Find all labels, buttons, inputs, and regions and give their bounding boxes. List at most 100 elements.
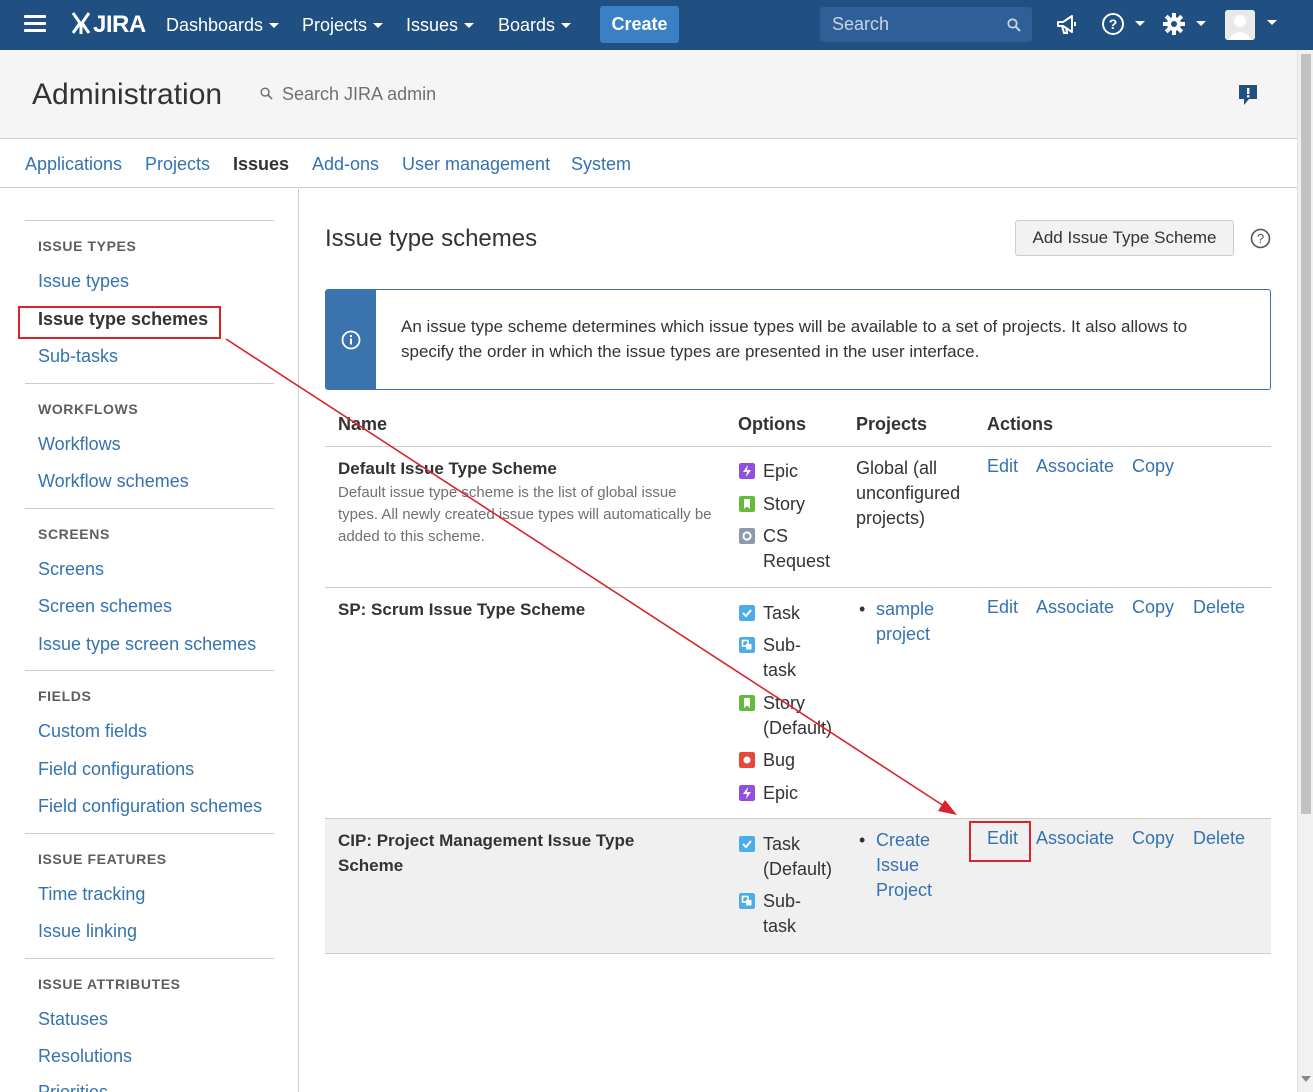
chevron-down-icon — [269, 22, 280, 28]
option-label: Bug — [763, 750, 796, 770]
option-label: CS Request — [763, 526, 831, 571]
chevron-down-icon — [464, 22, 475, 28]
option-label: Sub-task — [763, 635, 802, 680]
scrollbar-thumb[interactable] — [1301, 54, 1311, 814]
search-icon — [260, 87, 273, 100]
chevron-down-icon — [1196, 21, 1206, 26]
project-link[interactable]: sample project — [876, 597, 956, 647]
feedback-icon[interactable] — [1238, 84, 1258, 106]
sidebar-divider — [25, 833, 274, 834]
help-menu[interactable]: ? — [1101, 12, 1145, 38]
projects-menu[interactable]: Projects — [302, 0, 384, 50]
option-bug: Bug — [739, 748, 796, 773]
sidebar-item-screen-schemes[interactable]: Screen schemes — [38, 596, 172, 617]
search-box — [820, 7, 1032, 42]
option-sub-task: Sub-task — [739, 633, 813, 683]
chevron-down-icon — [561, 22, 572, 28]
search-input[interactable] — [820, 7, 1032, 42]
delete-link[interactable]: Delete — [1193, 828, 1245, 849]
sidebar-item-workflows[interactable]: Workflows — [38, 434, 121, 455]
dashboards-menu[interactable]: Dashboards — [166, 0, 280, 50]
sidebar-divider — [25, 670, 274, 671]
option-label: Story (Default) — [763, 693, 833, 738]
edit-link[interactable]: Edit — [987, 456, 1018, 477]
sidebar-heading-issue-types: ISSUE TYPES — [38, 238, 137, 254]
task-icon — [739, 836, 755, 852]
option-epic: Epic — [739, 459, 799, 484]
list-bullet: • — [859, 599, 866, 619]
sidebar-divider — [25, 220, 274, 221]
option-story: Story — [739, 492, 806, 517]
add-issue-type-scheme-button[interactable]: Add Issue Type Scheme — [1015, 220, 1234, 256]
dashboards-menu-label: Dashboards — [166, 15, 264, 35]
issues-menu[interactable]: Issues — [406, 0, 475, 50]
tab-system[interactable]: System — [571, 154, 631, 175]
create-button[interactable]: Create — [600, 6, 679, 43]
column-header-actions: Actions — [987, 414, 1054, 434]
column-header-projects: Projects — [856, 414, 928, 434]
delete-link[interactable]: Delete — [1193, 597, 1245, 618]
sidebar-item-statuses[interactable]: Statuses — [38, 1009, 108, 1030]
svg-text:?: ? — [1109, 16, 1118, 32]
sidebar-divider — [25, 958, 274, 959]
sidebar-item-priorities[interactable]: Priorities — [38, 1082, 108, 1092]
search-icon — [1007, 18, 1021, 32]
page-scrollbar[interactable] — [1297, 50, 1313, 1092]
option-task: Task (Default) — [739, 832, 843, 882]
user-avatar[interactable] — [1225, 10, 1255, 40]
info-icon — [341, 330, 361, 350]
sidebar-item-field-configurations[interactable]: Field configurations — [38, 759, 194, 780]
associate-link[interactable]: Associate — [1036, 597, 1114, 618]
story-icon — [739, 496, 755, 512]
chevron-down-icon[interactable] — [1267, 20, 1277, 25]
table-divider — [325, 953, 1271, 954]
option-epic: Epic — [739, 781, 798, 806]
story-icon — [739, 695, 755, 711]
copy-link[interactable]: Copy — [1132, 828, 1174, 849]
associate-link[interactable]: Associate — [1036, 828, 1114, 849]
sidebar-item-time-tracking[interactable]: Time tracking — [38, 884, 145, 905]
sidebar-item-issue-type-schemes[interactable]: Issue type schemes — [38, 309, 208, 330]
copy-link[interactable]: Copy — [1132, 597, 1174, 618]
sidebar-item-issue-type-screen-schemes[interactable]: Issue type screen schemes — [38, 634, 256, 655]
settings-menu[interactable] — [1162, 12, 1206, 38]
admin-search-input[interactable] — [282, 84, 503, 105]
sidebar-item-sub-tasks[interactable]: Sub-tasks — [38, 346, 118, 367]
sidebar-item-resolutions[interactable]: Resolutions — [38, 1046, 132, 1067]
sidebar-item-workflow-schemes[interactable]: Workflow schemes — [38, 471, 189, 492]
table-row: CIP: Project Management Issue Type Schem… — [325, 819, 1271, 953]
tab-user-management[interactable]: User management — [402, 154, 550, 175]
sidebar-item-issue-types[interactable]: Issue types — [38, 271, 129, 292]
option-label: Story — [763, 494, 806, 514]
option-label: Task — [763, 603, 801, 623]
edit-link[interactable]: Edit — [987, 597, 1018, 618]
associate-link[interactable]: Associate — [1036, 456, 1114, 477]
cs-request-icon — [739, 528, 755, 544]
project-link[interactable]: Create Issue Project — [876, 828, 946, 903]
option-cs-request: CS Request — [739, 524, 843, 574]
sidebar-item-issue-linking[interactable]: Issue linking — [38, 921, 137, 942]
app-switcher-menu-icon[interactable] — [24, 15, 46, 33]
chevron-down-icon — [1135, 21, 1145, 26]
tab-applications[interactable]: Applications — [25, 154, 122, 175]
sidebar-item-field-configuration-schemes[interactable]: Field configuration schemes — [38, 796, 262, 817]
copy-link[interactable]: Copy — [1132, 456, 1174, 477]
tab-projects[interactable]: Projects — [145, 154, 210, 175]
scroll-down-arrow-icon[interactable] — [1301, 1076, 1311, 1082]
tab-issues[interactable]: Issues — [233, 154, 289, 175]
jira-logo[interactable]: JIRA — [70, 8, 146, 42]
tab-add-ons[interactable]: Add-ons — [312, 154, 379, 175]
boards-menu[interactable]: Boards — [498, 0, 572, 50]
edit-link[interactable]: Edit — [987, 828, 1018, 849]
option-label: Epic — [763, 461, 799, 481]
info-message-bar — [326, 290, 376, 389]
list-bullet: • — [859, 830, 866, 850]
help-icon[interactable]: ? — [1250, 228, 1271, 249]
issues-menu-label: Issues — [406, 15, 459, 35]
sidebar-heading-workflows: WORKFLOWS — [38, 401, 139, 417]
help-icon: ? — [1102, 13, 1124, 35]
sidebar-item-custom-fields[interactable]: Custom fields — [38, 721, 147, 742]
sidebar-item-screens[interactable]: Screens — [38, 559, 104, 580]
megaphone-icon[interactable] — [1056, 12, 1078, 38]
scheme-name: Default Issue Type Scheme — [338, 459, 557, 478]
